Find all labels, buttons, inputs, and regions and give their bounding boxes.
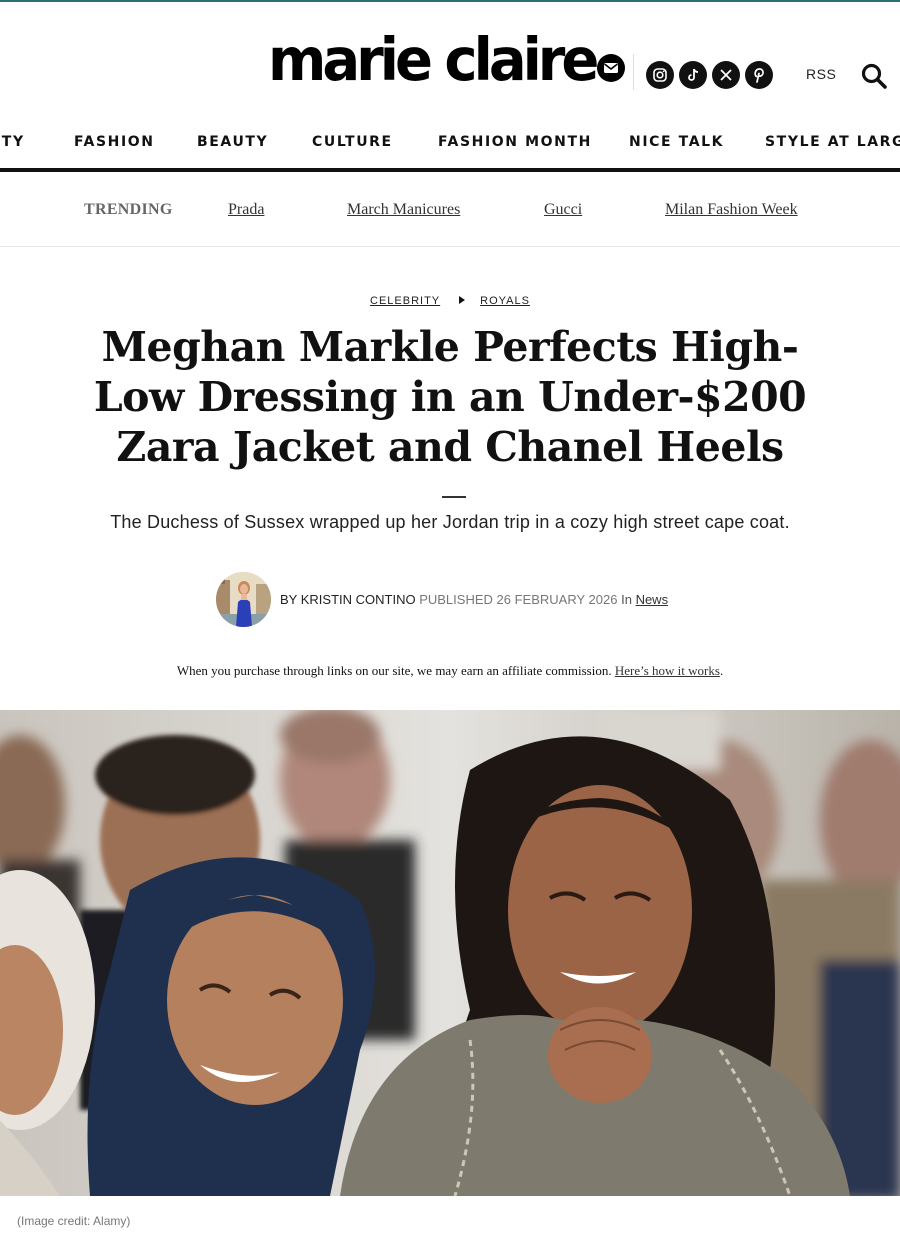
pinterest-icon[interactable] [745, 61, 773, 89]
trending-link-milan-fashion-week[interactable]: Milan Fashion Week [665, 201, 798, 219]
nav-item-culture[interactable]: CULTURE [312, 134, 393, 150]
in-label: In [621, 592, 632, 607]
nav-item-lifestyle[interactable]: ITY [0, 134, 25, 150]
nav-item-beauty[interactable]: BEAUTY [197, 134, 268, 150]
header-divider [633, 54, 634, 90]
affiliate-disclaimer: When you purchase through links on our s… [0, 663, 900, 679]
trending-link-gucci[interactable]: Gucci [544, 201, 582, 219]
site-logo[interactable]: marie claire [268, 26, 626, 95]
rss-link[interactable]: RSS [806, 66, 836, 82]
byline-text: BY KRISTIN CONTINO PUBLISHED 26 FEBRUARY… [280, 592, 668, 607]
breadcrumb-arrow-icon [459, 296, 466, 304]
tiktok-icon[interactable] [679, 61, 707, 89]
logo-wordmark: marie claire [268, 26, 599, 95]
breadcrumb-celebrity[interactable]: CELEBRITY [370, 295, 440, 307]
affiliate-suffix: . [719, 663, 724, 678]
affiliate-text: When you purchase through links on our s… [176, 663, 612, 678]
article-headline: Meghan Markle Perfects High-Low Dressing… [93, 323, 807, 471]
site-header: marie claire RSS [0, 2, 900, 110]
newsletter-mail-icon[interactable] [597, 54, 626, 82]
author-link[interactable]: KRISTIN CONTINO [301, 592, 416, 607]
image-credit: (Image credit: Alamy) [17, 1214, 131, 1228]
trending-link-prada[interactable]: Prada [228, 201, 264, 219]
published-date: 26 FEBRUARY 2026 [496, 592, 618, 607]
article-strapline: The Duchess of Sussex wrapped up her Jor… [110, 512, 790, 532]
search-icon[interactable] [860, 62, 888, 90]
trending-label: TRENDING [84, 201, 173, 218]
byline: BY KRISTIN CONTINO PUBLISHED 26 FEBRUARY… [0, 572, 900, 628]
published-label: PUBLISHED [419, 592, 493, 607]
affiliate-how-it-works-link[interactable]: Here’s how it works [615, 663, 720, 678]
breadcrumb-royals[interactable]: ROYALS [480, 295, 530, 307]
nav-item-fashion[interactable]: FASHION [74, 134, 155, 150]
breadcrumb: CELEBRITY ROYALS [0, 295, 900, 307]
hero-image [0, 710, 900, 1196]
byline-prefix: BY [280, 592, 298, 607]
nav-item-fashion-month[interactable]: FASHION MONTH [438, 134, 592, 150]
main-navigation: ITY FASHION BEAUTY CULTURE FASHION MONTH… [0, 118, 900, 168]
category-link[interactable]: News [636, 592, 669, 607]
nav-item-nice-talk[interactable]: NICE TALK [629, 134, 724, 150]
x-icon[interactable] [712, 61, 740, 89]
nav-item-style-at-large[interactable]: STYLE AT LARGE [765, 134, 900, 150]
author-avatar[interactable] [216, 572, 271, 627]
trending-link-march-manicures[interactable]: March Manicures [347, 201, 460, 219]
instagram-icon[interactable] [646, 61, 674, 89]
trending-bar: TRENDING Prada March Manicures Gucci Mil… [0, 172, 900, 247]
headline-divider [442, 496, 466, 498]
